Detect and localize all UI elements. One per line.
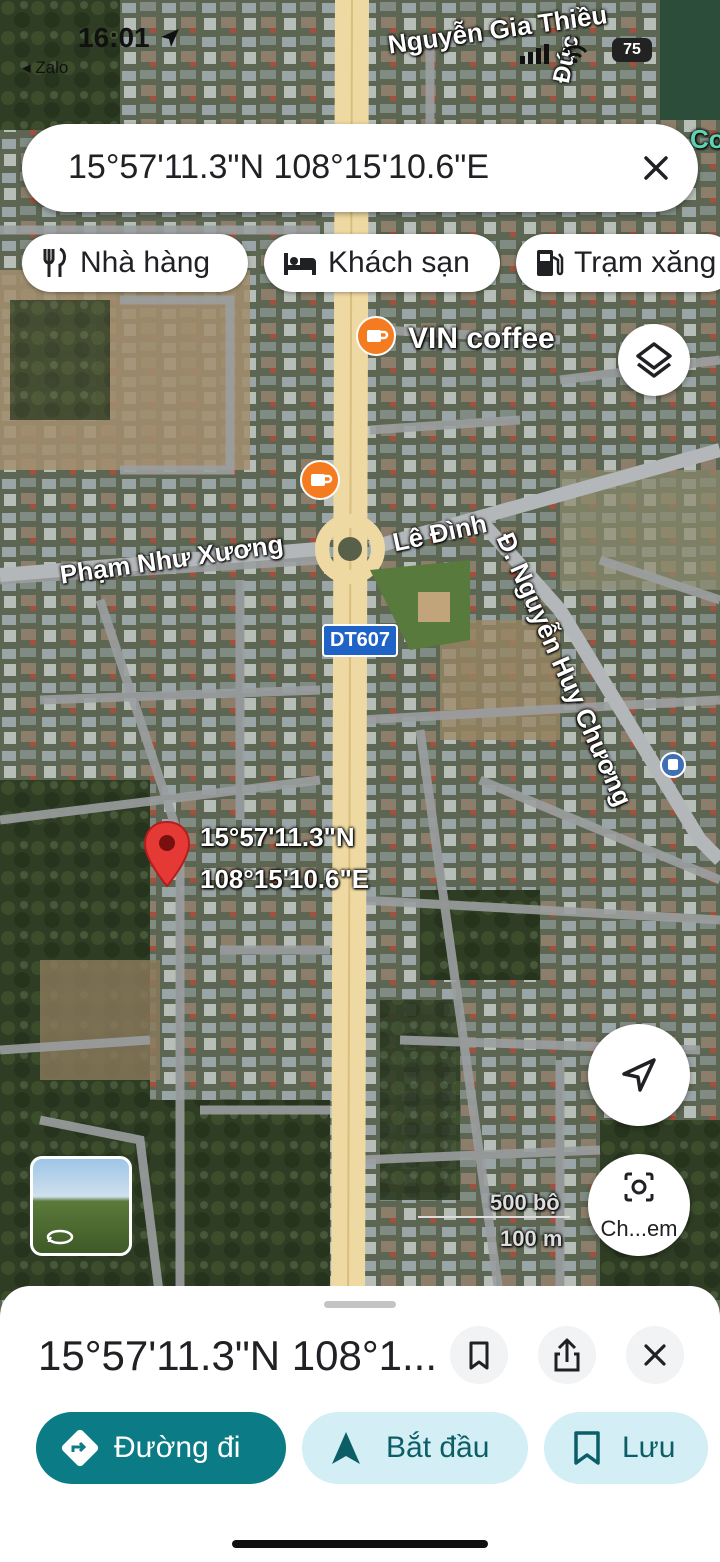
save-label: Lưu	[622, 1431, 676, 1464]
close-icon[interactable]	[634, 146, 678, 190]
bookmark-button[interactable]	[450, 1326, 508, 1384]
pin-label-lat: 15°57'11.3"N	[200, 822, 355, 852]
poi-label-vin-coffee[interactable]: VIN coffee	[408, 322, 555, 356]
chip-restaurants[interactable]: Nhà hàng	[22, 234, 248, 292]
pin-label-lng: 108°15'10.6"E	[200, 864, 370, 894]
road-badge-dt607: DT607	[322, 624, 399, 657]
share-icon	[554, 1338, 580, 1372]
status-time: 16:01	[78, 22, 150, 53]
home-indicator[interactable]	[232, 1540, 488, 1548]
coffee-cup-icon	[367, 330, 389, 342]
start-button[interactable]: Bắt đầu	[302, 1412, 528, 1484]
close-sheet-button[interactable]	[626, 1326, 684, 1384]
coffee-cup-icon	[311, 474, 333, 486]
chip-label: Nhà hàng	[80, 246, 211, 279]
save-button[interactable]: Lưu	[544, 1412, 708, 1484]
coffee-poi-pin[interactable]	[356, 316, 396, 356]
directions-button[interactable]: Đường đi	[36, 1412, 286, 1484]
scale-label-ft: 500 bộ	[490, 1190, 560, 1215]
directions-icon	[61, 1429, 99, 1467]
my-location-button[interactable]	[588, 1024, 690, 1126]
place-sheet[interactable]: 15°57'11.3"N 108°1... Đường đi Bắt đầu L…	[0, 1286, 720, 1562]
directions-label: Đường đi	[114, 1431, 241, 1464]
lens-label: Ch...em	[600, 1216, 678, 1241]
share-button[interactable]	[538, 1326, 596, 1384]
location-pin-icon[interactable]	[142, 820, 192, 890]
scale-label-m: 100 m	[500, 1226, 563, 1251]
search-input[interactable]: 15°57'11.3"N 108°15'10.6"E	[68, 148, 489, 187]
location-arrow-icon	[161, 29, 179, 47]
battery-indicator: 75	[612, 38, 652, 62]
chip-label: Khách sạn	[328, 246, 470, 279]
search-bar[interactable]: 15°57'11.3"N 108°15'10.6"E	[22, 124, 698, 212]
close-icon	[644, 1344, 666, 1366]
hotel-icon	[284, 253, 316, 275]
street-view-thumbnail[interactable]	[30, 1156, 132, 1256]
coffee-poi-pin-2[interactable]	[300, 460, 340, 500]
restaurant-icon	[43, 247, 66, 277]
chip-hotels[interactable]: Khách sạn	[264, 234, 500, 292]
chip-gas-stations[interactable]: Trạm xăng	[516, 234, 720, 292]
scale-bar	[418, 1216, 570, 1218]
chip-label: Trạm xăng	[574, 246, 717, 279]
layers-button[interactable]	[618, 324, 690, 396]
navigation-arrow-icon	[622, 1058, 656, 1092]
rotate-360-icon	[46, 1229, 74, 1245]
camera-search-icon	[624, 1172, 654, 1202]
navigation-icon	[332, 1432, 360, 1464]
bus-stop-icon[interactable]	[660, 752, 686, 778]
lens-button[interactable]: Ch...em	[588, 1154, 690, 1256]
back-to-app-link[interactable]: ◂ Zalo	[22, 58, 68, 78]
start-label: Bắt đầu	[386, 1431, 490, 1464]
bookmark-icon	[574, 1431, 600, 1465]
signal-wifi-icon	[520, 44, 588, 64]
place-title: 15°57'11.3"N 108°1...	[38, 1332, 438, 1379]
gas-station-icon	[537, 250, 564, 276]
bookmark-icon	[469, 1341, 489, 1370]
layers-icon	[636, 342, 672, 378]
sheet-drag-handle[interactable]	[324, 1301, 396, 1308]
